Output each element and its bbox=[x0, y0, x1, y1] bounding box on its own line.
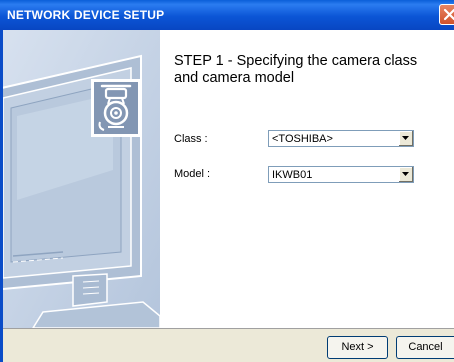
step-heading-line-2: and camera model bbox=[174, 70, 295, 86]
model-label: Model : bbox=[174, 168, 211, 180]
cancel-button[interactable]: Cancel bbox=[396, 336, 454, 359]
model-select-value: IKWB01 bbox=[272, 169, 313, 181]
close-icon bbox=[443, 8, 454, 21]
step-heading: STEP 1 - Specifying the camera class and… bbox=[174, 53, 417, 87]
side-panel bbox=[3, 30, 160, 328]
step-heading-line-1: STEP 1 - Specifying the camera class bbox=[174, 53, 418, 69]
chevron-down-icon bbox=[402, 172, 409, 176]
window-title: NETWORK DEVICE SETUP bbox=[7, 8, 165, 22]
class-label: Class : bbox=[174, 133, 208, 145]
chevron-down-icon bbox=[402, 136, 409, 140]
class-dropdown-button[interactable] bbox=[398, 131, 413, 146]
monitor-illustration bbox=[3, 30, 160, 328]
camera-icon bbox=[91, 79, 141, 137]
close-button[interactable] bbox=[439, 4, 454, 25]
title-bar: NETWORK DEVICE SETUP bbox=[0, 0, 454, 30]
model-select[interactable]: IKWB01 bbox=[268, 166, 414, 183]
class-select-value: <TOSHIBA> bbox=[272, 133, 333, 145]
model-dropdown-button[interactable] bbox=[398, 167, 413, 182]
class-select[interactable]: <TOSHIBA> bbox=[268, 130, 414, 147]
next-button[interactable]: Next > bbox=[327, 336, 388, 359]
